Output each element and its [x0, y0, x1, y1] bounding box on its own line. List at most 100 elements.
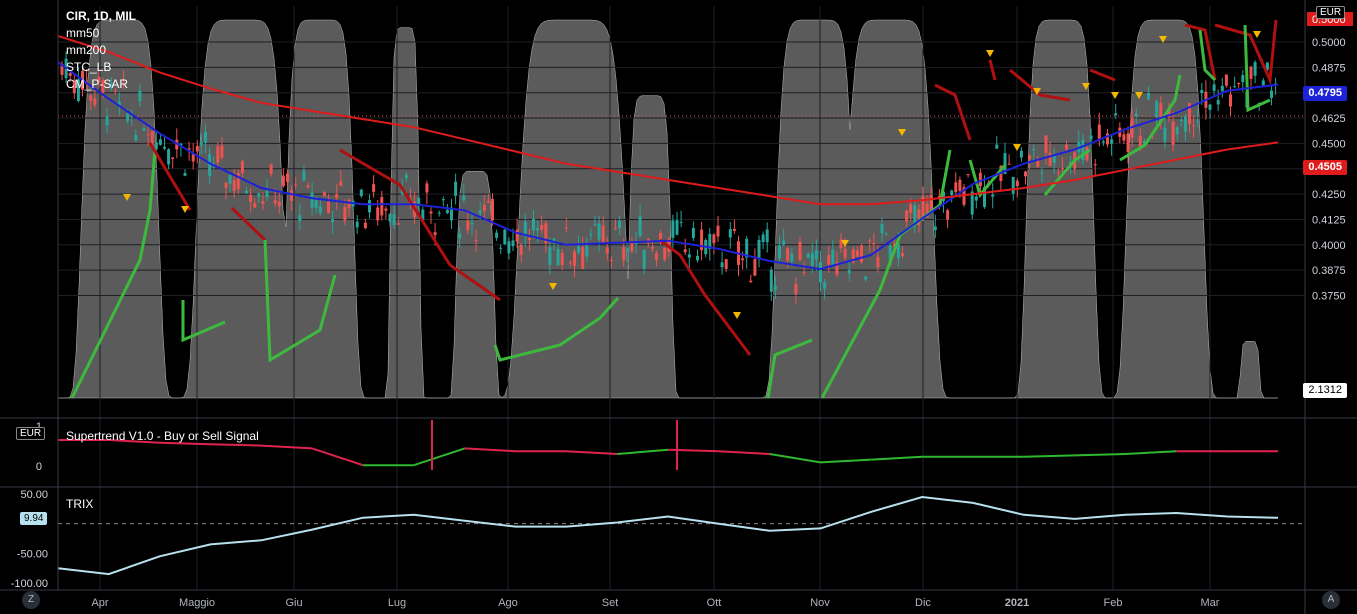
- candle-body: [548, 247, 552, 265]
- candle-body: [905, 210, 909, 222]
- candle-body: [327, 201, 330, 213]
- legend-psar[interactable]: CM_P-SAR: [66, 76, 136, 93]
- candle-body: [687, 254, 691, 258]
- candle-body: [232, 180, 236, 191]
- chart-canvas[interactable]: Apr Maggio Giu Lug Ago Set Ott Nov Dic 2021 Feb Mar…: [0, 0, 1357, 614]
- signal-marker: [181, 206, 189, 213]
- candle-body: [655, 253, 658, 260]
- candle-body: [294, 184, 298, 186]
- candle-body: [630, 242, 634, 252]
- mm200-price-tag: 0.4505: [1303, 160, 1347, 175]
- candle-body: [761, 234, 765, 242]
- candle-body: [1183, 116, 1187, 132]
- trix-title[interactable]: TRIX: [66, 497, 93, 511]
- time-axis-label: 2021: [1005, 597, 1029, 609]
- candle-body: [691, 227, 695, 238]
- candle-body: [1097, 124, 1101, 139]
- candle-body: [855, 250, 859, 257]
- signal-marker: [1253, 31, 1261, 38]
- legend-mm50[interactable]: mm50: [66, 25, 136, 42]
- candle-body: [880, 224, 884, 234]
- legend-ticker[interactable]: CIR, 1D, MIL: [66, 8, 136, 25]
- candle-body: [564, 227, 568, 229]
- signal-marker: [733, 312, 741, 319]
- candle-body: [540, 225, 544, 231]
- candle-body: [183, 172, 187, 176]
- time-axis-label: Apr: [91, 597, 108, 609]
- candle-body: [253, 203, 257, 208]
- candle-body: [1044, 135, 1048, 153]
- price-axis-label: 0.4125: [1312, 214, 1346, 226]
- trix-line: [57, 495, 1279, 576]
- candle-body: [749, 280, 753, 283]
- candle-body: [1216, 100, 1220, 105]
- candle-body: [1208, 104, 1212, 110]
- candle-body: [716, 225, 720, 237]
- timezone-button[interactable]: Z: [22, 591, 40, 609]
- candle-body: [507, 241, 511, 254]
- legend-stc[interactable]: STC_LB: [66, 59, 136, 76]
- candle-body: [273, 200, 277, 204]
- candle-body: [909, 204, 913, 213]
- signal-marker: [1013, 144, 1021, 151]
- candle-body: [1089, 135, 1093, 140]
- candle-body: [199, 142, 203, 145]
- supertrend-line: [311, 447, 364, 467]
- candle-body: [860, 245, 863, 262]
- candle-body: [388, 214, 392, 222]
- candle-body: [802, 272, 806, 274]
- candle-body: [1028, 154, 1032, 160]
- time-axis-label: Giu: [285, 597, 302, 609]
- price-axis-label: 0.3875: [1312, 265, 1346, 277]
- candle-body: [158, 139, 162, 145]
- candle-body: [794, 284, 798, 294]
- candle-body: [478, 210, 482, 214]
- candle-body: [823, 282, 827, 289]
- candle-body: [995, 144, 999, 149]
- candle-body: [958, 179, 962, 191]
- supertrend-currency-label[interactable]: EUR: [16, 427, 46, 440]
- candle-body: [1126, 133, 1130, 152]
- candle-body: [228, 175, 232, 184]
- candle-body: [1192, 125, 1196, 127]
- candle-body: [536, 228, 540, 231]
- legend-mm200[interactable]: mm200: [66, 42, 136, 59]
- candle-body: [462, 195, 466, 201]
- auto-scale-button[interactable]: A: [1322, 591, 1340, 609]
- candle-body: [437, 212, 441, 214]
- time-axis-label: Maggio: [179, 597, 215, 609]
- candle-body: [593, 224, 597, 226]
- candle-body: [782, 240, 786, 245]
- time-axis-label: Feb: [1104, 597, 1123, 609]
- candle-body: [220, 145, 224, 158]
- candle-body: [675, 220, 679, 235]
- supertrend-line: [820, 458, 872, 464]
- candle-body: [622, 247, 626, 261]
- candle-body: [712, 234, 716, 244]
- candle-body: [1032, 149, 1036, 151]
- candle-body: [864, 276, 868, 280]
- candle-body: [872, 243, 876, 245]
- trix-layer: [57, 495, 1305, 576]
- candle-body: [1007, 163, 1011, 165]
- candle-body: [847, 269, 851, 274]
- psar-bear: [934, 83, 972, 141]
- supertrend-title[interactable]: Supertrend V1.0 - Buy or Sell Signal: [66, 429, 259, 443]
- currency-label[interactable]: EUR: [1316, 6, 1346, 19]
- time-axis-label: Nov: [810, 597, 830, 609]
- candle-body: [1024, 171, 1027, 177]
- candle-body: [499, 247, 503, 249]
- candle-body: [560, 252, 564, 266]
- supertrend-line: [1023, 454, 1075, 458]
- stc-area-layer: [58, 19, 1278, 399]
- candle-body: [1249, 66, 1253, 79]
- candle-body: [827, 255, 831, 265]
- candle-body: [741, 258, 745, 261]
- candle-body: [1196, 121, 1200, 123]
- price-axis-label: 0.4000: [1312, 240, 1346, 252]
- candle-body: [1171, 121, 1175, 145]
- candle-body: [1065, 144, 1068, 150]
- candle-body: [819, 262, 822, 283]
- candle-body: [626, 248, 630, 252]
- candle-body: [831, 249, 835, 266]
